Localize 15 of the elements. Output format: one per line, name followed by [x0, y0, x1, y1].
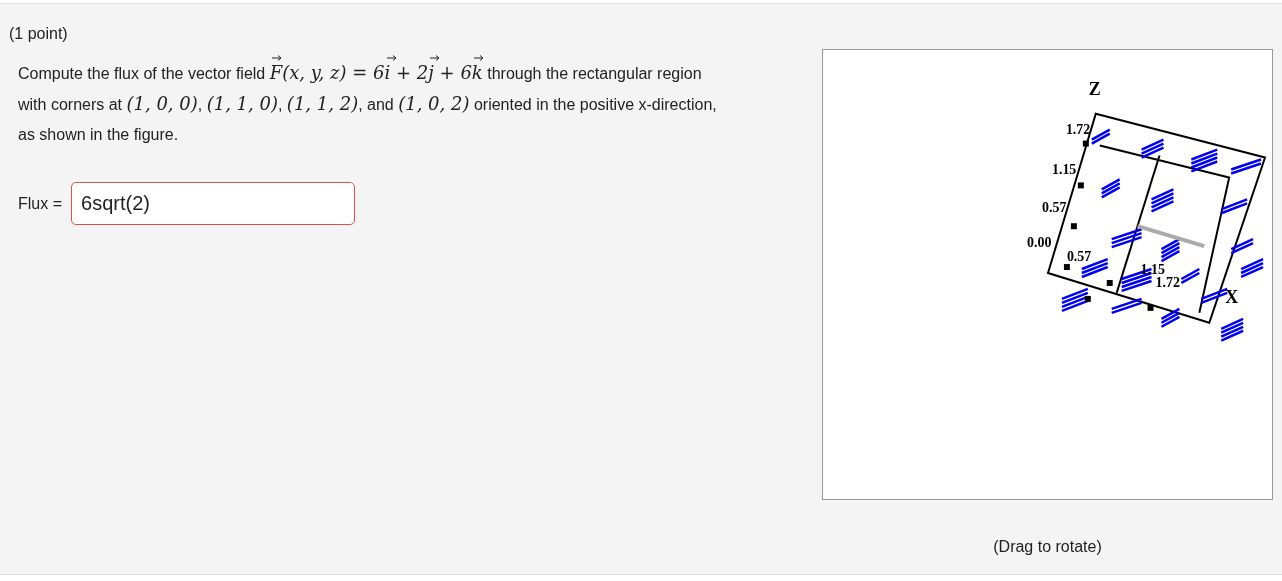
- tick-label: 1.72: [1155, 274, 1180, 290]
- tick-label: 0.57: [1042, 200, 1067, 216]
- flux-label: Flux =: [18, 193, 62, 214]
- tick-label: 1.15: [1052, 162, 1077, 178]
- question-text: Compute the flux of the vector field F(x, y, z) = 6i + 2j + 6k through the rectangular region with corners at (1, 0, 0), (1, 1, 0), (1, 1, 2), and (1, 0, 2) oriented in the positive x-direction, as shown in the figure.: [18, 58, 724, 150]
- vector-field-plot-drawing[interactable]: Z X 1.72 1.15 0.57 0.00 0.57 1.15 1.72: [822, 49, 1273, 500]
- points-label: (1 point): [9, 24, 69, 44]
- answer-field[interactable]: 6sqrt(2): [71, 182, 355, 225]
- tick-label: 0.57: [1066, 249, 1092, 265]
- axis-label: Z: [1088, 78, 1101, 99]
- tick-label: 1.15: [1140, 262, 1165, 277]
- tick-label: 1.72: [1065, 121, 1091, 137]
- axis-label: X: [1225, 286, 1239, 307]
- tick-label: 0.00: [1027, 235, 1052, 251]
- figure-caption: (Drag to rotate): [993, 537, 1102, 557]
